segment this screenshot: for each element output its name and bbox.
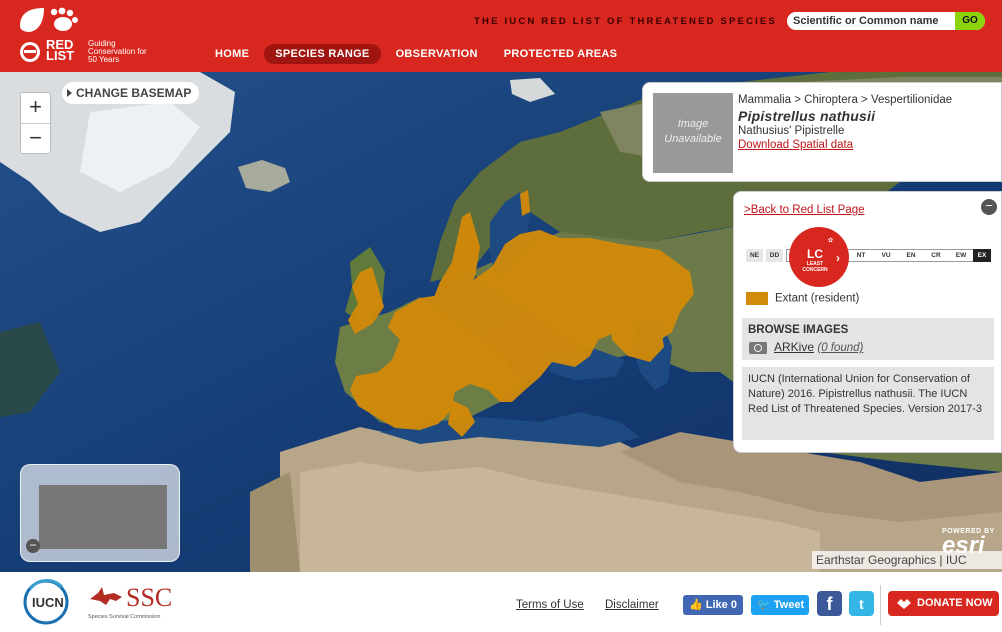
iucn-logo-text: IUCN — [32, 595, 64, 610]
change-basemap-button[interactable]: CHANGE BASEMAP — [62, 82, 200, 104]
nav-observation[interactable]: OBSERVATION — [385, 44, 489, 64]
red-list-mini-logo: ✿ — [828, 238, 834, 244]
arkive-link[interactable]: ARKive (0 found) — [774, 340, 863, 354]
logo-text: RED LIST — [46, 37, 75, 63]
browse-images-section: BROWSE IMAGES ARKive (0 found) — [742, 318, 994, 360]
common-name: Nathusius' Pipistrelle — [738, 125, 845, 137]
range-legend: Extant (resident) — [746, 292, 859, 305]
ssc-logo[interactable]: SSC Species Survival Commission — [88, 583, 172, 620]
donate-now-button[interactable]: DONATE NOW — [888, 591, 999, 616]
download-spatial-data-link[interactable]: Download Spatial data — [738, 139, 853, 151]
overview-map-extent — [39, 485, 167, 549]
category-ex: EX — [973, 249, 991, 262]
category-nt: NT — [856, 252, 866, 259]
nav-protected-areas[interactable]: PROTECTED AREAS — [493, 44, 629, 64]
terms-of-use-link[interactable]: Terms of Use — [516, 599, 584, 611]
back-to-red-list-link[interactable]: >Back to Red List Page — [744, 204, 865, 216]
least-concern-badge: ✿ LC › LEAST CONCERN — [789, 227, 849, 287]
search-go-button[interactable]: GO — [955, 12, 985, 30]
species-image-placeholder: Image Unavailable — [653, 93, 733, 173]
iucn-logo[interactable]: IUCN — [22, 579, 74, 625]
zoom-out-button[interactable]: − — [21, 123, 50, 153]
nav-home[interactable]: HOME — [204, 44, 260, 64]
zoom-in-button[interactable]: + — [21, 93, 50, 123]
search-box: GO — [787, 12, 985, 30]
ssc-logo-text: SSC — [126, 583, 173, 612]
header: RED LIST Guiding Conservation for 50 Yea… — [0, 0, 1002, 72]
camera-icon — [749, 342, 767, 354]
footer-divider — [880, 585, 881, 625]
browse-images-title: BROWSE IMAGES — [748, 324, 849, 336]
zoom-control: + − — [20, 92, 51, 154]
category-vu: VU — [881, 252, 891, 259]
donate-label: DONATE NOW — [917, 597, 993, 609]
site-tagline: THE IUCN RED LIST OF THREATENED SPECIES — [474, 16, 778, 27]
twitter-icon[interactable]: t — [849, 591, 874, 616]
ssc-subtitle: Species Survival Commission — [88, 614, 161, 620]
hands-icon — [897, 599, 911, 609]
category-ew: EW — [955, 252, 967, 259]
logo-tagline: Guiding Conservation for 50 Years — [88, 39, 147, 64]
tweet-button[interactable]: 🐦 Tweet — [751, 595, 809, 615]
main-nav: HOME SPECIES RANGE OBSERVATION PROTECTED… — [204, 44, 632, 64]
status-code: LC — [807, 247, 823, 261]
facebook-like-button[interactable]: 👍 Like 0 — [683, 595, 743, 615]
overview-collapse-icon[interactable]: − — [26, 539, 40, 553]
search-input[interactable] — [793, 13, 953, 29]
disclaimer-link[interactable]: Disclaimer — [605, 599, 659, 611]
thumbs-up-icon: 👍 — [689, 599, 703, 611]
overview-map[interactable]: − — [20, 464, 180, 562]
collapse-panel-icon[interactable]: − — [981, 199, 997, 215]
nav-species-range[interactable]: SPECIES RANGE — [264, 44, 381, 64]
legend-swatch — [746, 292, 768, 305]
iucn-red-list-logo[interactable]: RED LIST Guiding Conservation for 50 Yea… — [18, 6, 158, 66]
scientific-name: Pipistrellus nathusii — [738, 108, 876, 124]
category-ne: NE — [746, 249, 763, 262]
category-dd: DD — [766, 249, 783, 262]
twitter-bird-icon: 🐦 — [757, 599, 771, 611]
citation-text: IUCN (International Union for Conservati… — [742, 367, 994, 440]
category-cr: CR — [931, 252, 941, 259]
status-label: LEAST CONCERN — [802, 261, 828, 273]
legend-label: Extant (resident) — [775, 292, 860, 305]
taxonomy-breadcrumb: Mammalia > Chiroptera > Vespertilionidae — [738, 94, 953, 106]
category-en: EN — [906, 252, 916, 259]
footer: IUCN SSC Species Survival Commission Ter… — [0, 572, 1002, 632]
red-list-category-scale: NE DD NT VU EN CR EW EX ✿ LC › LEAST CONC… — [746, 227, 991, 287]
info-panel: >Back to Red List Page − NE DD NT VU EN … — [733, 191, 1002, 453]
species-card: Image Unavailable Mammalia > Chiroptera … — [642, 82, 1002, 182]
facebook-icon[interactable]: f — [817, 591, 842, 616]
map-attribution: Earthstar Geographics | IUC — [812, 551, 1002, 569]
